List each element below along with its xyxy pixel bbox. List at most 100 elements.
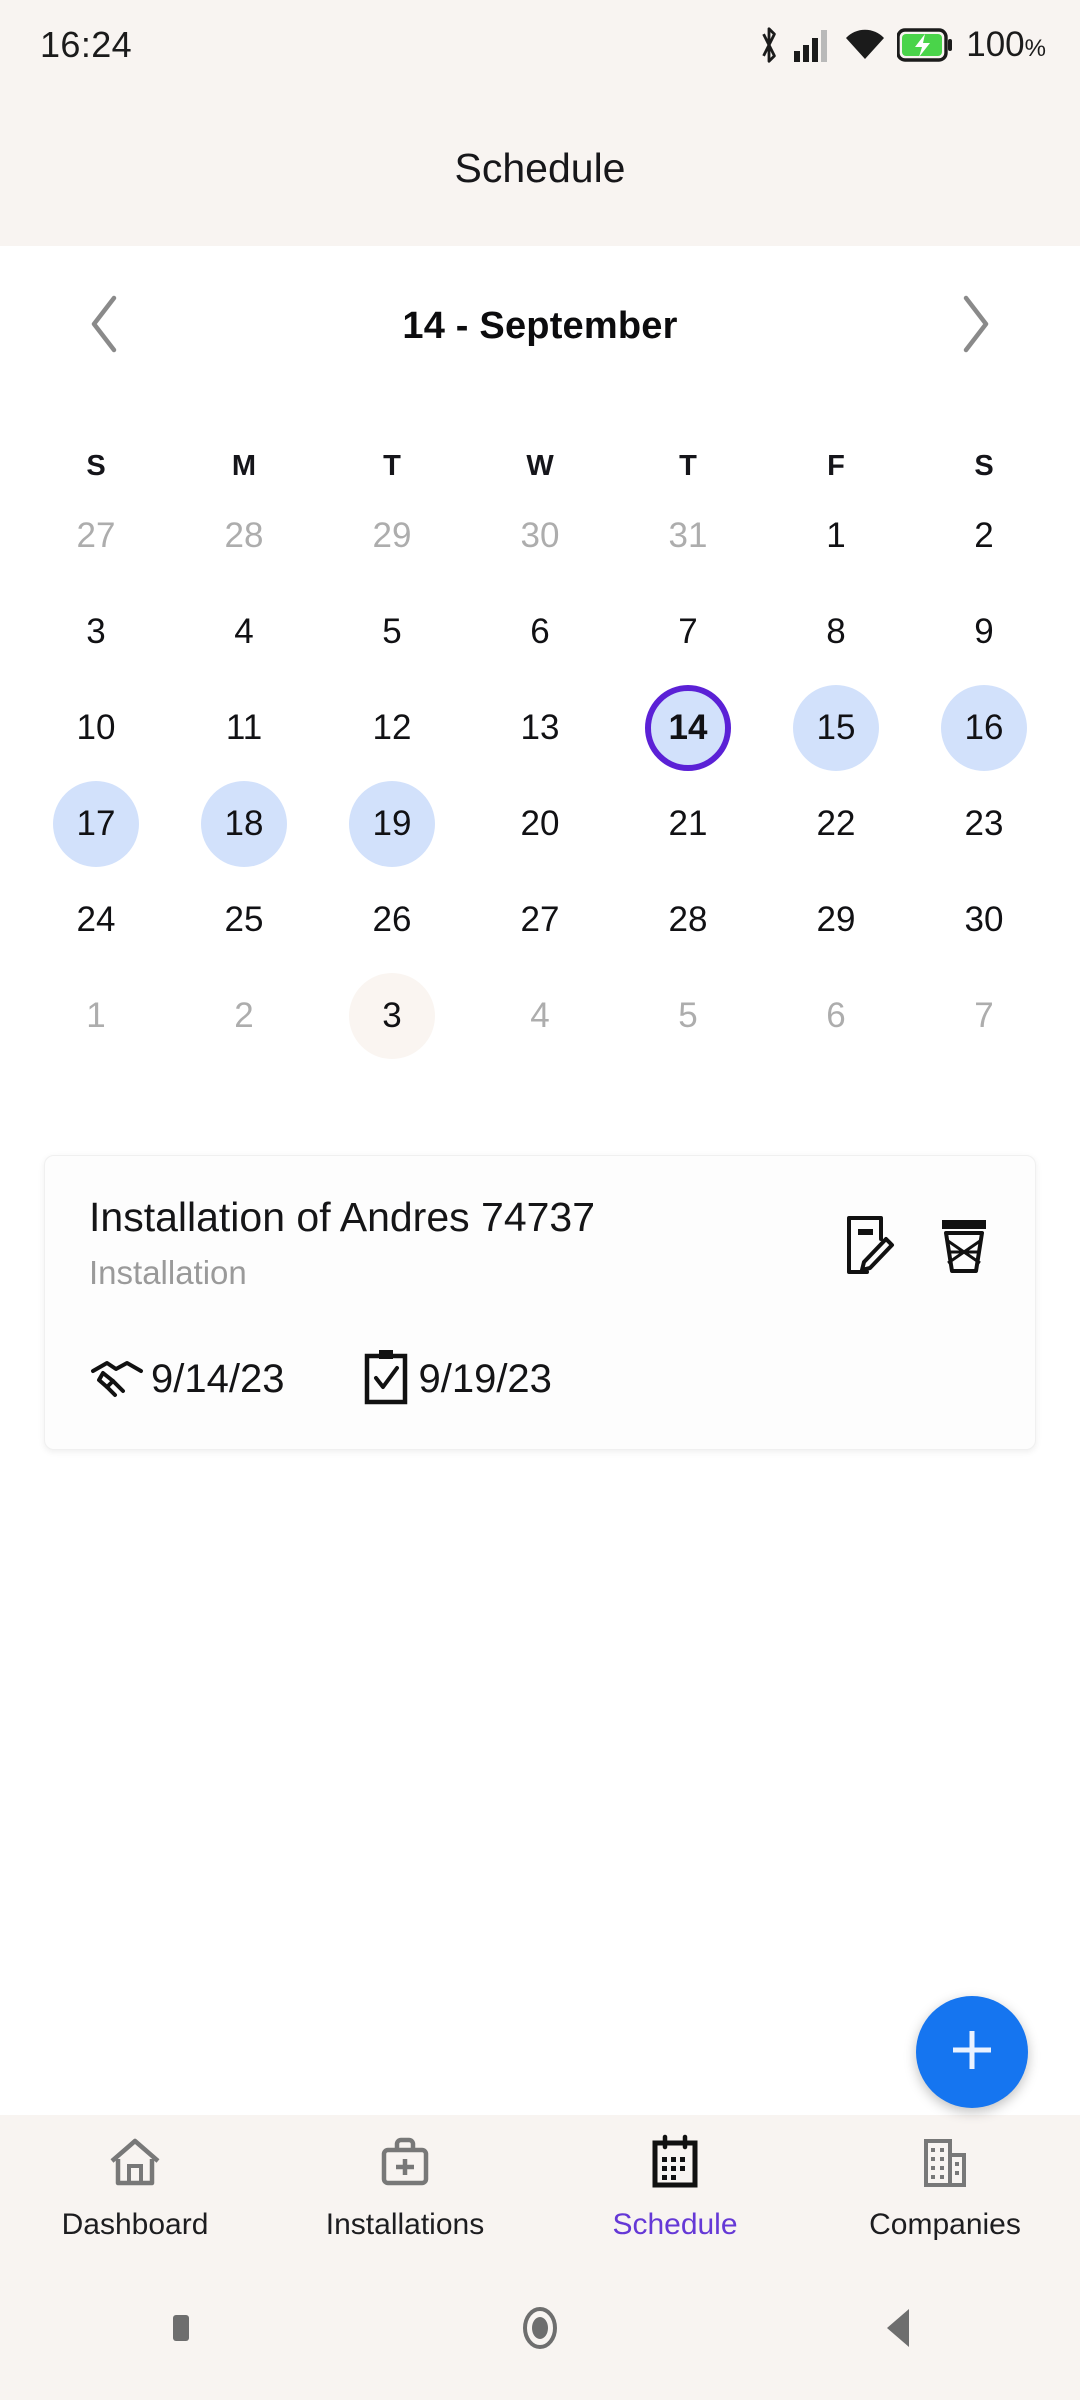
calendar-day-27[interactable]: 27 bbox=[53, 493, 139, 579]
event-card[interactable]: Installation of Andres 74737 Installatio… bbox=[44, 1155, 1036, 1450]
calendar-day-29[interactable]: 29 bbox=[349, 493, 435, 579]
calendar-day-26[interactable]: 26 bbox=[349, 877, 435, 963]
calendar-day-29[interactable]: 29 bbox=[793, 877, 879, 963]
calendar-day-cell[interactable]: 23 bbox=[910, 781, 1058, 867]
calendar-day-6[interactable]: 6 bbox=[497, 589, 583, 675]
calendar-day-17[interactable]: 17 bbox=[53, 781, 139, 867]
nav-label: Schedule bbox=[612, 2208, 738, 2241]
sidebar-item-installations[interactable]: Installations bbox=[270, 2133, 540, 2242]
calendar-day-cell[interactable]: 16 bbox=[910, 685, 1058, 771]
calendar-day-cell[interactable]: 14 bbox=[614, 685, 762, 771]
calendar-day-14[interactable]: 14 bbox=[645, 685, 731, 771]
calendar-day-cell[interactable]: 3 bbox=[318, 973, 466, 1059]
calendar-day-22[interactable]: 22 bbox=[793, 781, 879, 867]
calendar-day-6[interactable]: 6 bbox=[793, 973, 879, 1059]
home-circle-icon[interactable] bbox=[512, 2300, 568, 2361]
calendar-day-cell[interactable]: 24 bbox=[22, 877, 170, 963]
calendar-day-13[interactable]: 13 bbox=[497, 685, 583, 771]
calendar-day-30[interactable]: 30 bbox=[497, 493, 583, 579]
calendar-day-16[interactable]: 16 bbox=[941, 685, 1027, 771]
calendar-day-cell[interactable]: 12 bbox=[318, 685, 466, 771]
calendar-day-cell[interactable]: 5 bbox=[614, 973, 762, 1059]
calendar-day-cell[interactable]: 30 bbox=[466, 493, 614, 579]
calendar-day-cell[interactable]: 6 bbox=[466, 589, 614, 675]
calendar-day-cell[interactable]: 25 bbox=[170, 877, 318, 963]
calendar-day-5[interactable]: 5 bbox=[645, 973, 731, 1059]
delete-event-button[interactable] bbox=[935, 1216, 993, 1278]
event-subtitle: Installation bbox=[89, 1253, 247, 1291]
calendar-day-1[interactable]: 1 bbox=[53, 973, 139, 1059]
calendar-day-19[interactable]: 19 bbox=[349, 781, 435, 867]
calendar-day-2[interactable]: 2 bbox=[201, 973, 287, 1059]
calendar-day-cell[interactable]: 7 bbox=[910, 973, 1058, 1059]
calendar-day-28[interactable]: 28 bbox=[201, 493, 287, 579]
calendar-day-cell[interactable]: 21 bbox=[614, 781, 762, 867]
calendar-day-cell[interactable]: 29 bbox=[762, 877, 910, 963]
calendar-day-10[interactable]: 10 bbox=[53, 685, 139, 771]
calendar-day-30[interactable]: 30 bbox=[941, 877, 1027, 963]
edit-event-button[interactable] bbox=[839, 1215, 897, 1278]
calendar-day-cell[interactable]: 31 bbox=[614, 493, 762, 579]
calendar-day-3[interactable]: 3 bbox=[53, 589, 139, 675]
calendar-day-cell[interactable]: 29 bbox=[318, 493, 466, 579]
calendar-day-cell[interactable]: 15 bbox=[762, 685, 910, 771]
calendar-day-cell[interactable]: 13 bbox=[466, 685, 614, 771]
add-event-fab[interactable] bbox=[916, 1996, 1028, 2108]
calendar-week-row: 3456789 bbox=[22, 589, 1058, 675]
calendar-day-20[interactable]: 20 bbox=[497, 781, 583, 867]
calendar-day-7[interactable]: 7 bbox=[941, 973, 1027, 1059]
back-triangle-icon[interactable] bbox=[877, 2303, 923, 2358]
calendar-day-cell[interactable]: 8 bbox=[762, 589, 910, 675]
calendar-day-18[interactable]: 18 bbox=[201, 781, 287, 867]
calendar-day-cell[interactable]: 1 bbox=[22, 973, 170, 1059]
calendar-day-11[interactable]: 11 bbox=[201, 685, 287, 771]
calendar-day-12[interactable]: 12 bbox=[349, 685, 435, 771]
calendar-day-cell[interactable]: 3 bbox=[22, 589, 170, 675]
calendar-day-28[interactable]: 28 bbox=[645, 877, 731, 963]
calendar-day-21[interactable]: 21 bbox=[645, 781, 731, 867]
calendar-day-cell[interactable]: 17 bbox=[22, 781, 170, 867]
calendar-day-cell[interactable]: 28 bbox=[614, 877, 762, 963]
calendar-day-cell[interactable]: 1 bbox=[762, 493, 910, 579]
sidebar-item-dashboard[interactable]: Dashboard bbox=[0, 2133, 270, 2242]
calendar-day-cell[interactable]: 20 bbox=[466, 781, 614, 867]
calendar-day-cell[interactable]: 7 bbox=[614, 589, 762, 675]
calendar-day-cell[interactable]: 30 bbox=[910, 877, 1058, 963]
calendar-day-15[interactable]: 15 bbox=[793, 685, 879, 771]
recents-icon[interactable] bbox=[157, 2305, 203, 2356]
calendar-day-3[interactable]: 3 bbox=[349, 973, 435, 1059]
calendar-day-cell[interactable]: 19 bbox=[318, 781, 466, 867]
calendar-day-4[interactable]: 4 bbox=[497, 973, 583, 1059]
calendar-day-cell[interactable]: 5 bbox=[318, 589, 466, 675]
sidebar-item-schedule[interactable]: Schedule bbox=[540, 2133, 810, 2242]
calendar-day-cell[interactable]: 26 bbox=[318, 877, 466, 963]
calendar-day-cell[interactable]: 9 bbox=[910, 589, 1058, 675]
calendar-day-31[interactable]: 31 bbox=[645, 493, 731, 579]
calendar-day-4[interactable]: 4 bbox=[201, 589, 287, 675]
calendar-day-9[interactable]: 9 bbox=[941, 589, 1027, 675]
calendar-day-23[interactable]: 23 bbox=[941, 781, 1027, 867]
calendar-day-1[interactable]: 1 bbox=[793, 493, 879, 579]
calendar-day-cell[interactable]: 27 bbox=[466, 877, 614, 963]
calendar-day-27[interactable]: 27 bbox=[497, 877, 583, 963]
calendar-day-25[interactable]: 25 bbox=[201, 877, 287, 963]
calendar-day-cell[interactable]: 2 bbox=[910, 493, 1058, 579]
calendar-day-cell[interactable]: 22 bbox=[762, 781, 910, 867]
calendar-day-cell[interactable]: 6 bbox=[762, 973, 910, 1059]
calendar-day-cell[interactable]: 4 bbox=[170, 589, 318, 675]
next-month-button[interactable] bbox=[940, 291, 1010, 361]
calendar-day-cell[interactable]: 11 bbox=[170, 685, 318, 771]
calendar-day-2[interactable]: 2 bbox=[941, 493, 1027, 579]
sidebar-item-companies[interactable]: Companies bbox=[810, 2133, 1080, 2242]
calendar-day-cell[interactable]: 4 bbox=[466, 973, 614, 1059]
prev-month-button[interactable] bbox=[70, 291, 140, 361]
calendar-day-24[interactable]: 24 bbox=[53, 877, 139, 963]
calendar-day-cell[interactable]: 18 bbox=[170, 781, 318, 867]
calendar-day-5[interactable]: 5 bbox=[349, 589, 435, 675]
calendar-day-cell[interactable]: 2 bbox=[170, 973, 318, 1059]
calendar-day-7[interactable]: 7 bbox=[645, 589, 731, 675]
calendar-day-cell[interactable]: 28 bbox=[170, 493, 318, 579]
calendar-day-8[interactable]: 8 bbox=[793, 589, 879, 675]
calendar-day-cell[interactable]: 10 bbox=[22, 685, 170, 771]
calendar-day-cell[interactable]: 27 bbox=[22, 493, 170, 579]
